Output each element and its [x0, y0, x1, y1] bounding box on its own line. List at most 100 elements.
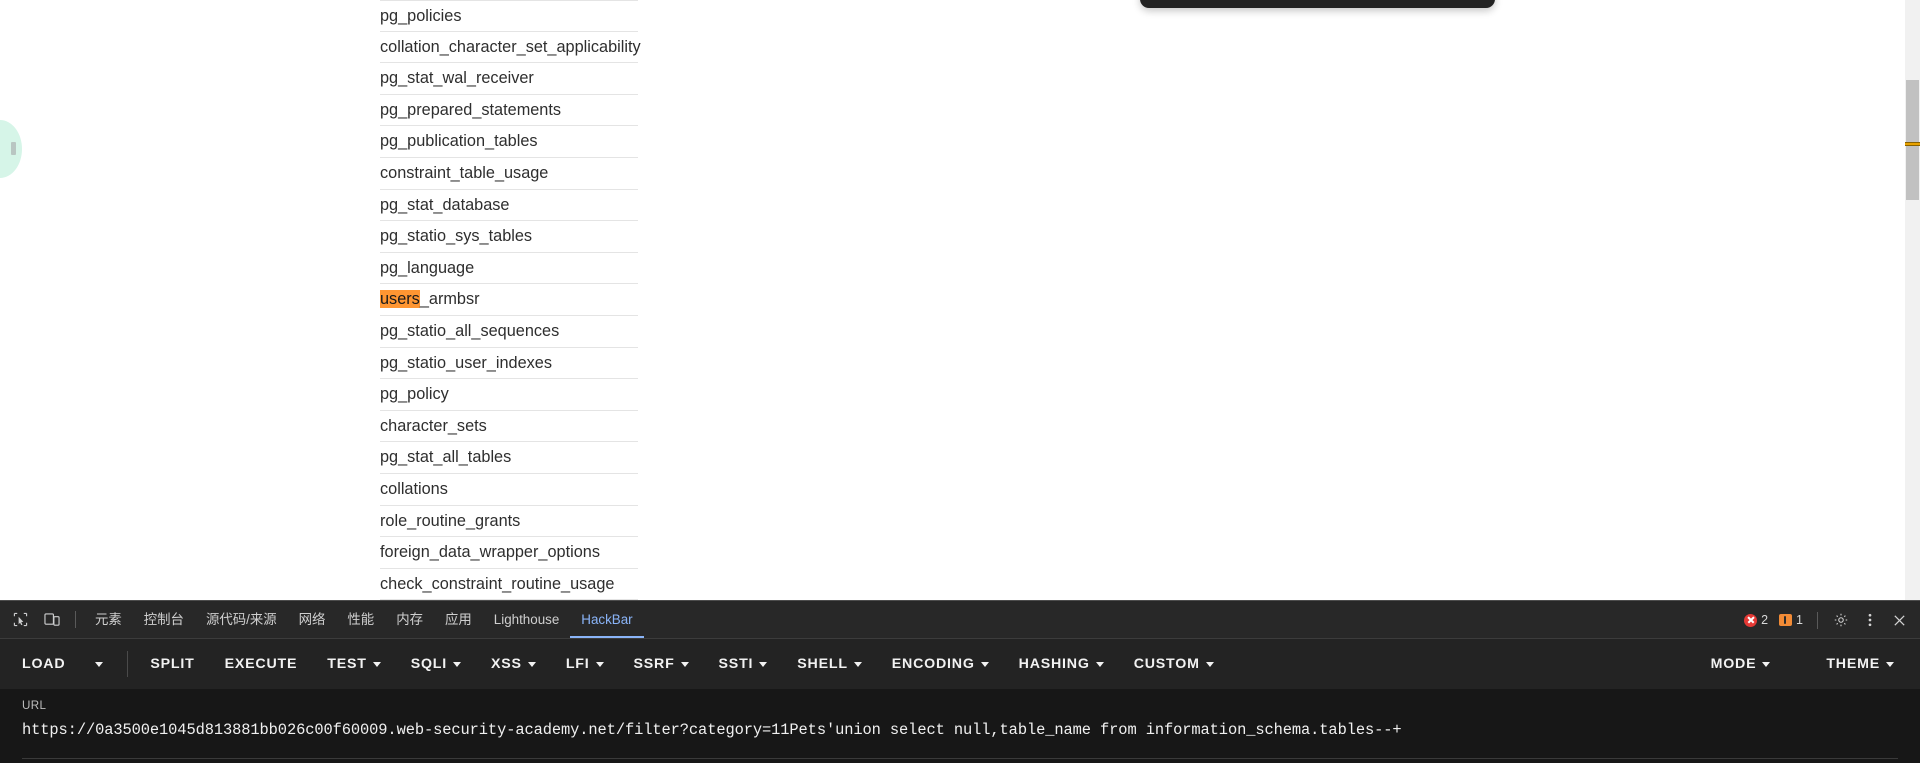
hackbar-split-button[interactable]: SPLIT [150, 656, 194, 672]
hackbar-right-buttons: MODE THEME [1655, 639, 1894, 689]
kebab-menu-icon[interactable] [1857, 607, 1883, 633]
hackbar-load-button[interactable]: LOAD [22, 656, 65, 672]
table-name-row: collation_character_set_applicability [380, 32, 641, 64]
hackbar-button-label: SPLIT [150, 656, 195, 672]
table-name-label: collation_character_set_applicability [380, 37, 641, 56]
table-name-label: pg_policy [380, 385, 449, 404]
devtools-tab-bar: 元素 控制台 源代码/来源 网络 性能 内存 应用 Lighthouse HackBar 2 1 [0, 601, 1920, 639]
devtools-panel: 元素 控制台 源代码/来源 网络 性能 内存 应用 Lighthouse HackBar 2 1 [0, 600, 1920, 763]
chevron-down-icon [1886, 661, 1894, 667]
table-name-row: collations [380, 474, 638, 506]
table-name-label: pg_stat_all_tables [380, 448, 512, 467]
table-name-label: pg_publication_tables [380, 132, 538, 151]
tab-network[interactable]: 网络 [288, 601, 337, 638]
hackbar-button-label: TEST [327, 656, 367, 672]
tab-elements[interactable]: 元素 [84, 601, 133, 638]
table-name-row: users_armbsr [380, 284, 638, 316]
tab-lighthouse[interactable]: Lighthouse [483, 601, 571, 638]
chevron-down-icon [1205, 661, 1214, 667]
find-match-marker [1905, 142, 1920, 146]
hackbar-shell-button[interactable]: SHELL [797, 656, 862, 672]
hackbar-button-label: LOAD [22, 656, 66, 672]
page-viewport: pg_policies collation_character_set_appli… [0, 0, 1920, 600]
tab-application[interactable]: 应用 [434, 601, 483, 638]
chevron-down-icon [980, 661, 989, 667]
gear-icon[interactable] [1828, 607, 1854, 633]
table-name-row: constraint_table_usage [380, 158, 638, 190]
tab-console[interactable]: 控制台 [133, 601, 195, 638]
hackbar-ssrf-button[interactable]: SSRF [634, 656, 689, 672]
device-toolbar-icon[interactable] [36, 606, 67, 634]
url-label: URL [22, 699, 47, 712]
hackbar-dropdown-button[interactable] [95, 661, 104, 667]
inspect-element-icon[interactable] [5, 606, 36, 634]
browser-screen: pg_policies collation_character_set_appli… [0, 0, 1920, 763]
tab-performance[interactable]: 性能 [336, 601, 385, 638]
warning-count-label: 1 [1796, 613, 1803, 627]
table-name-row: pg_policy [380, 379, 638, 411]
table-name-row: character_sets [380, 411, 638, 443]
table-name-label: character_sets [380, 416, 487, 435]
hackbar-custom-button[interactable]: CUSTOM [1134, 656, 1214, 672]
hackbar-button-label: HASHING [1018, 656, 1090, 672]
chevron-down-icon [453, 661, 462, 667]
hackbar-xss-button[interactable]: XSS [491, 656, 536, 672]
mint-decoration-icon [0, 120, 22, 178]
hackbar-button-label: THEME [1826, 656, 1880, 672]
chevron-down-icon [759, 661, 768, 667]
hackbar-button-label: SSTI [718, 656, 754, 672]
table-name-row: pg_policies [380, 0, 638, 32]
warning-count-badge[interactable]: 1 [1775, 613, 1807, 627]
table-name-rest: _armbsr [419, 290, 480, 309]
hackbar-button-label: EXECUTE [224, 656, 298, 672]
table-name-row: pg_stat_database [380, 190, 638, 222]
table-name-row: foreign_data_wrapper_options [380, 537, 638, 569]
table-name-row: pg_prepared_statements [380, 95, 638, 127]
scrollbar-thumb[interactable] [1906, 80, 1919, 200]
table-name-label: pg_statio_user_indexes [380, 353, 552, 372]
tab-hackbar[interactable]: HackBar [570, 601, 644, 638]
table-name-label: foreign_data_wrapper_options [380, 543, 600, 562]
hackbar-theme-button[interactable]: THEME [1826, 656, 1894, 672]
tab-memory[interactable]: 内存 [385, 601, 434, 638]
error-count-badge[interactable]: 2 [1740, 613, 1772, 627]
table-name-label: pg_policies [380, 7, 462, 25]
table-name-label: pg_stat_wal_receiver [380, 69, 534, 88]
hackbar-button-label: SSRF [633, 656, 675, 672]
devtools-tabbar-right: 2 1 [1740, 601, 1912, 639]
devtools-tabs-container: 元素 控制台 源代码/来源 网络 性能 内存 应用 Lighthouse HackBar [84, 601, 644, 638]
hackbar-panel: LOAD SPLIT EXECUTE TEST SQLI XSS LFI SSRF SSTI SH… [0, 639, 1920, 763]
table-name-label: constraint_table_usage [380, 163, 549, 182]
hackbar-url-section: URL https://0a3500e1045d813881bb026c00f6… [0, 689, 1920, 763]
hackbar-lfi-button[interactable]: LFI [566, 656, 604, 672]
hackbar-encoding-button[interactable]: ENCODING [892, 656, 989, 672]
tab-sources[interactable]: 源代码/来源 [195, 601, 288, 638]
chevron-down-icon [1095, 661, 1104, 667]
hackbar-button-label: ENCODING [891, 656, 975, 672]
hackbar-execute-button[interactable]: EXECUTE [225, 656, 298, 672]
hackbar-button-label: XSS [491, 656, 522, 672]
hackbar-button-label: MODE [1710, 656, 1757, 672]
top-toast-banner[interactable] [1140, 0, 1495, 8]
chevron-down-icon [1762, 661, 1771, 667]
close-icon[interactable] [1886, 607, 1912, 633]
table-name-row: pg_stat_all_tables [380, 442, 638, 474]
table-name-row: pg_publication_tables [380, 126, 638, 158]
hackbar-test-button[interactable]: TEST [327, 656, 381, 672]
url-input[interactable]: https://0a3500e1045d813881bb026c00f60009… [22, 721, 1898, 739]
hackbar-mode-button[interactable]: MODE [1711, 656, 1771, 672]
table-name-label: pg_statio_all_sequences [380, 321, 560, 340]
chevron-down-icon [680, 661, 689, 667]
hackbar-sqli-button[interactable]: SQLI [411, 656, 462, 672]
page-vertical-scrollbar[interactable] [1905, 0, 1920, 600]
table-name-label: role_routine_grants [380, 511, 521, 530]
error-icon [1744, 613, 1758, 627]
table-name-row: role_routine_grants [380, 506, 638, 538]
table-name-label: pg_statio_sys_tables [380, 227, 533, 246]
hackbar-hashing-button[interactable]: HASHING [1019, 656, 1104, 672]
hackbar-ssti-button[interactable]: SSTI [719, 656, 768, 672]
hackbar-buttons-container: LOAD SPLIT EXECUTE TEST SQLI XSS LFI SSRF SSTI SH… [22, 651, 1244, 677]
table-name-row: check_constraint_routine_usage [380, 569, 638, 600]
hackbar-toolbar: LOAD SPLIT EXECUTE TEST SQLI XSS LFI SSRF SSTI SH… [0, 639, 1920, 689]
search-highlight: users [380, 290, 420, 309]
